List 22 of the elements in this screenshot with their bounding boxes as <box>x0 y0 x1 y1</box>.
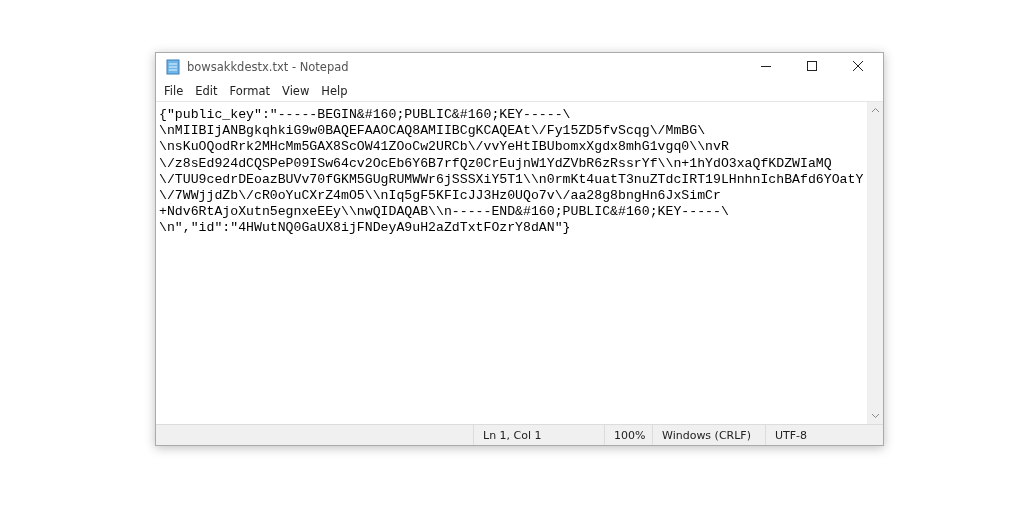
cursor-position: Ln 1, Col 1 <box>473 425 604 445</box>
line-endings: Windows (CRLF) <box>652 425 765 445</box>
zoom-level: 100% <box>604 425 652 445</box>
menu-item[interactable]: Help <box>315 83 354 99</box>
text-line: {"public_key":"-----BEGIN&#160;PUBLIC&#160;KEY-----\ <box>159 107 571 124</box>
menu-item[interactable]: File <box>158 83 190 99</box>
text-line: \nsKuOQodRrk2MHcMm5GAX8ScOW41ZOoCw2URCb\/vvYeHtIBUbomxXgdx8mhG1vgq0\\nvR <box>159 139 729 156</box>
scroll-down-icon[interactable] <box>870 413 880 419</box>
notepad-icon <box>165 59 181 75</box>
window-title: bowsakkdestx.txt - Notepad <box>187 60 350 74</box>
text-line: \nMIIBIjANBgkqhkiG9w0BAQEFAAOCAQ8AMIIBCgKCAQEAt\/Fy15ZD5fvScqg\/MmBG\ <box>159 123 706 140</box>
text-line: \/TUU9cedrDEoazBUVv70fGKM5GUgRUMWWr6jSSSXiY5T1\\n0rmKt4uatT3nuZTdcIRT19LHnhnIchBAfd6YOatY <box>159 171 864 188</box>
menu-item[interactable]: Edit <box>189 83 224 99</box>
scroll-up-icon[interactable] <box>870 107 880 113</box>
menu-item[interactable]: View <box>276 83 316 99</box>
text-line: +Ndv6RtAjoXutn5egnxeEEy\\nwQIDAQAB\\n-----END&#160;PUBLIC&#160;KEY-----\ <box>159 204 729 221</box>
text-line: \/z8sEd924dCQSPeP09ISw64cv2OcEb6Y6B7rfQz0CrEujnW1YdZVbR6zRssrYf\\n+1hYdO3xaQfKDZWIaMQ <box>159 155 832 172</box>
scrollbar[interactable] <box>867 102 883 424</box>
text-line: \/7WWjjdZb\/cR0oYuCXrZ4mO5\\nIq5gF5KFIcJJ3Hz0UQo7v\/aa28g8bngHn6JxSimCr <box>159 188 721 205</box>
text-line: \n","id":"4HWutNQ0GaUX8ijFNDeyA9uH2aZdTxtFOzrY8dAN"} <box>159 220 571 237</box>
menu-item[interactable]: Format <box>223 83 277 99</box>
encoding: UTF-8 <box>765 425 883 445</box>
